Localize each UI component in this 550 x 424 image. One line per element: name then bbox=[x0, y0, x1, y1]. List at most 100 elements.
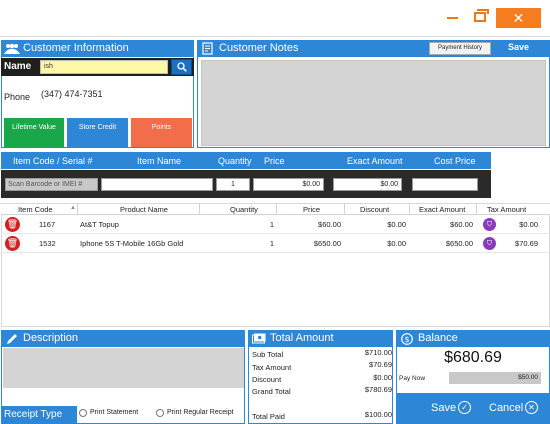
customer-information-title: Customer Information bbox=[23, 42, 129, 54]
row-product-name: At&T Topup bbox=[80, 220, 119, 229]
description-title: Description bbox=[23, 332, 79, 344]
col-tax-amount[interactable]: Tax Amount bbox=[487, 205, 526, 214]
header-exact-amount: Exact Amount bbox=[347, 156, 403, 166]
tax-icon[interactable]: ⛉ bbox=[483, 218, 496, 231]
print-regular-receipt-label[interactable]: Print Regular Receipt bbox=[167, 409, 234, 416]
description-header: Description bbox=[1, 330, 245, 347]
table-row[interactable]: 🗑 1167 At&T Topup 1 $60.00 $0.00 $60.00 … bbox=[1, 216, 550, 234]
col-discount[interactable]: Discount bbox=[360, 205, 389, 214]
total-paid-value: $100.00 bbox=[364, 410, 392, 419]
description-textarea[interactable] bbox=[3, 348, 244, 388]
row-exact-amount: $60.00 bbox=[450, 220, 473, 229]
col-quantity[interactable]: Quantity bbox=[230, 205, 258, 214]
lifetime-value-button[interactable]: Lifetime Value bbox=[4, 118, 64, 147]
col-product-name[interactable]: Product Name bbox=[120, 205, 168, 214]
total-amount-title: Total Amount bbox=[270, 332, 334, 344]
name-input[interactable]: ish bbox=[40, 60, 168, 74]
row-discount: $0.00 bbox=[387, 220, 406, 229]
price-input[interactable]: $0.00 bbox=[253, 178, 324, 191]
users-icon bbox=[4, 42, 20, 55]
balance-amount: $680.69 bbox=[444, 349, 502, 366]
quantity-input[interactable]: 1 bbox=[216, 178, 250, 191]
header-price: Price bbox=[264, 156, 285, 166]
phone-label: Phone bbox=[4, 92, 31, 102]
item-entry-header: Item Code / Serial # Item Name Quantity … bbox=[1, 152, 491, 169]
exact-amount-input[interactable]: $0.00 bbox=[333, 178, 402, 191]
header-cost-price: Cost Price bbox=[434, 156, 476, 166]
balance-header: $ Balance bbox=[396, 330, 550, 347]
save-button[interactable]: Save bbox=[431, 402, 456, 414]
header-quantity: Quantity bbox=[218, 156, 252, 166]
row-price: $60.00 bbox=[318, 220, 341, 229]
col-price[interactable]: Price bbox=[303, 205, 320, 214]
name-label: Name bbox=[4, 61, 32, 72]
pencil-icon bbox=[4, 332, 20, 345]
search-icon bbox=[176, 62, 187, 72]
row-product-name: Iphone 5S T-Mobile 16Gb Gold bbox=[80, 239, 184, 248]
close-icon[interactable]: ✕ bbox=[525, 401, 538, 414]
search-button[interactable] bbox=[171, 59, 192, 75]
phone-value: (347) 474-7351 bbox=[41, 89, 103, 99]
discount-label: Discount bbox=[252, 375, 282, 384]
sort-arrow-icon: ▲ bbox=[70, 205, 76, 211]
row-tax-amount: $0.00 bbox=[519, 220, 538, 229]
svg-text:$: $ bbox=[404, 335, 409, 344]
row-tax-amount: $70.69 bbox=[515, 239, 538, 248]
customer-notes-header: Customer Notes bbox=[197, 40, 550, 57]
customer-notes-textarea[interactable] bbox=[201, 60, 546, 146]
row-discount: $0.00 bbox=[387, 239, 406, 248]
header-item-name: Item Name bbox=[137, 156, 182, 166]
minimize-icon[interactable] bbox=[447, 17, 458, 19]
column-divider bbox=[276, 203, 277, 215]
points-button[interactable]: Points bbox=[131, 118, 192, 147]
delete-icon[interactable]: 🗑 bbox=[5, 217, 20, 232]
payment-history-button[interactable]: Payment History bbox=[429, 42, 491, 55]
close-button[interactable]: ✕ bbox=[496, 8, 541, 28]
table-row[interactable]: 🗑 1532 Iphone 5S T-Mobile 16Gb Gold 1 $6… bbox=[1, 235, 550, 253]
item-name-input[interactable] bbox=[101, 178, 213, 191]
scan-barcode-input[interactable]: Scan Barcode or IMEI # bbox=[5, 178, 98, 191]
pay-now-label: Pay Now bbox=[399, 375, 426, 382]
col-item-code[interactable]: Item Code bbox=[18, 205, 53, 214]
sub-total-label: Sub Total bbox=[252, 350, 284, 359]
pay-now-input[interactable]: $50.00 bbox=[449, 372, 541, 384]
grand-total-label: Grand Total bbox=[252, 387, 291, 396]
column-divider bbox=[77, 203, 78, 215]
column-divider bbox=[344, 203, 345, 215]
cost-price-input[interactable] bbox=[412, 178, 478, 191]
tax-icon[interactable]: ⛉ bbox=[483, 237, 496, 250]
header-item-code: Item Code / Serial # bbox=[13, 156, 93, 166]
row-quantity: 1 bbox=[269, 220, 274, 229]
customer-information-header: Customer Information bbox=[1, 40, 194, 57]
column-divider bbox=[409, 203, 410, 215]
receipt-type-label: Receipt Type bbox=[1, 406, 77, 423]
discount-value: $0.00 bbox=[373, 373, 392, 382]
row-exact-amount: $650.00 bbox=[445, 239, 473, 248]
save-notes-button[interactable]: Save bbox=[508, 42, 529, 52]
cash-icon bbox=[251, 332, 267, 345]
total-paid-label: Total Paid bbox=[252, 412, 285, 421]
row-price: $650.00 bbox=[313, 239, 341, 248]
check-icon[interactable]: ✓ bbox=[458, 401, 471, 414]
print-statement-label[interactable]: Print Statement bbox=[90, 409, 138, 416]
print-regular-receipt-radio[interactable] bbox=[156, 409, 164, 417]
title-bar bbox=[0, 0, 550, 37]
balance-title: Balance bbox=[418, 332, 458, 344]
store-credit-button[interactable]: Store Credit bbox=[67, 118, 128, 147]
cancel-button[interactable]: Cancel bbox=[489, 402, 523, 414]
print-statement-radio[interactable] bbox=[79, 409, 87, 417]
delete-icon[interactable]: 🗑 bbox=[5, 236, 20, 251]
column-divider bbox=[199, 203, 200, 215]
notes-icon bbox=[200, 42, 216, 55]
tax-amount-value: $70.69 bbox=[369, 360, 392, 369]
customer-notes-title: Customer Notes bbox=[219, 42, 299, 54]
dollar-icon: $ bbox=[399, 332, 415, 345]
tax-amount-label: Tax Amount bbox=[252, 363, 292, 372]
total-amount-header: Total Amount bbox=[248, 330, 393, 347]
sub-total-value: $710.00 bbox=[364, 348, 392, 357]
grand-total-value: $780.69 bbox=[364, 385, 392, 394]
maximize-icon[interactable] bbox=[474, 9, 489, 22]
row-item-code: 1167 bbox=[39, 220, 56, 229]
col-exact-amount[interactable]: Exact Amount bbox=[419, 205, 465, 214]
row-item-code: 1532 bbox=[39, 239, 56, 248]
